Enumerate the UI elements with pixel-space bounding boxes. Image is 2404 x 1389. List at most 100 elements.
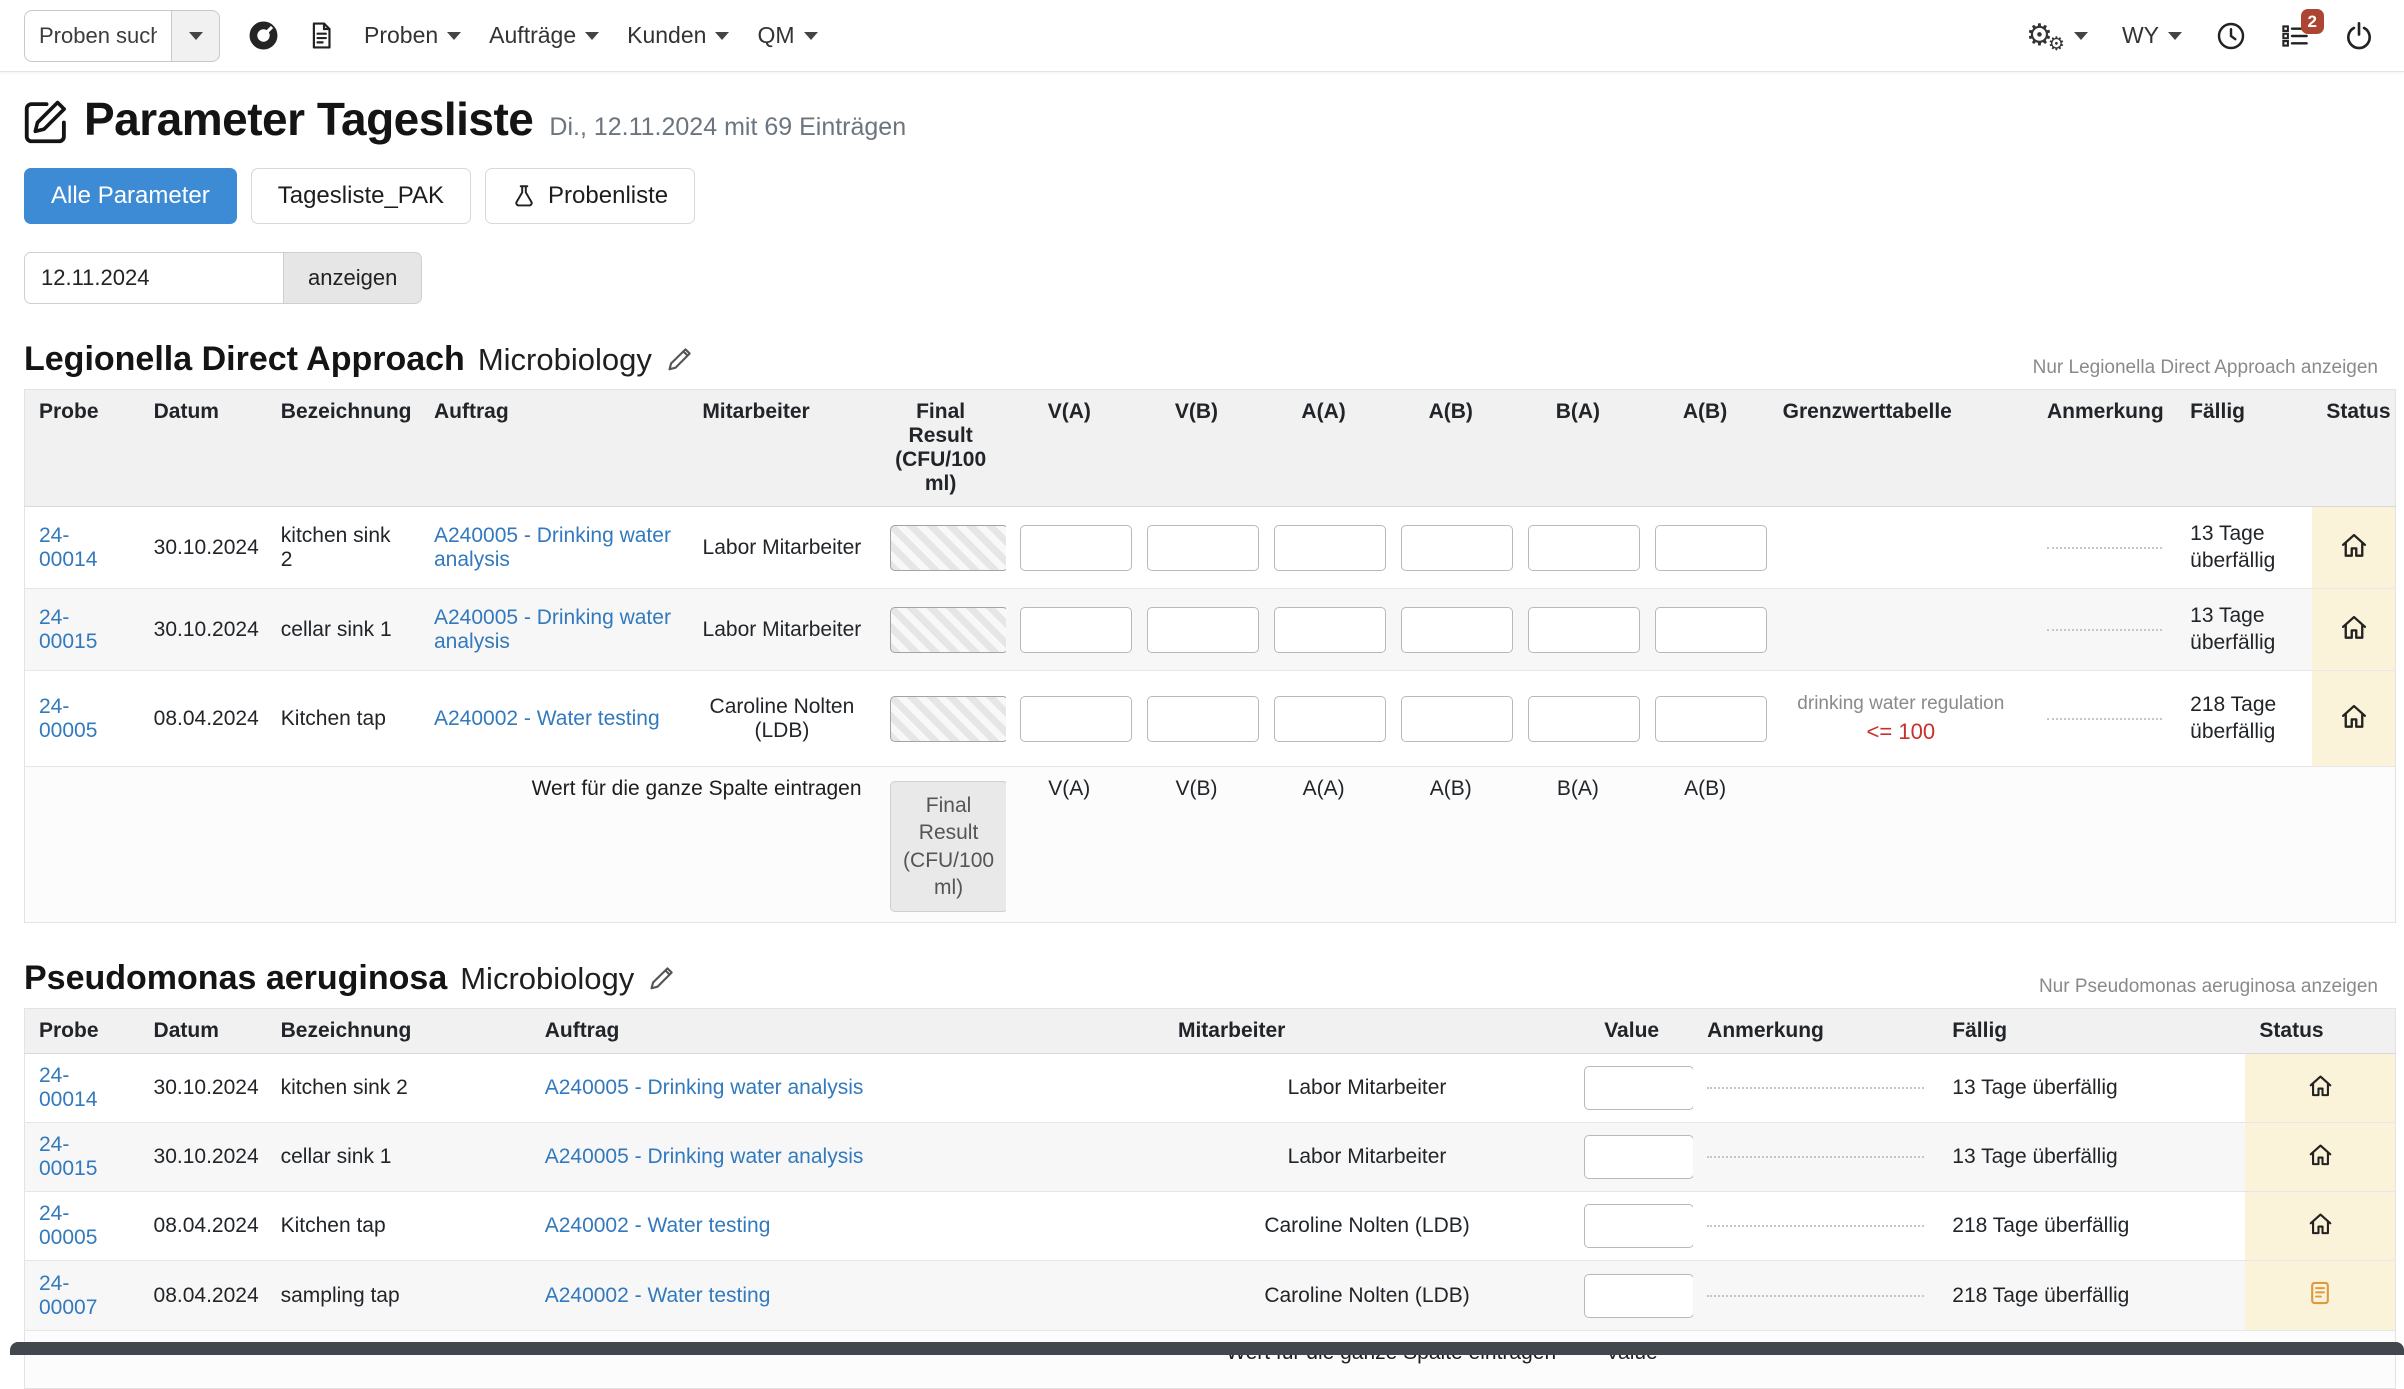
ba-input[interactable] xyxy=(1528,696,1640,742)
table-row: 24-00007 08.04.2024 sampling tap A240002… xyxy=(25,1261,2396,1331)
chevron-down-icon xyxy=(2074,32,2088,40)
va-input[interactable] xyxy=(1020,525,1132,571)
fill-vb-button[interactable]: V(B) xyxy=(1133,767,1260,923)
anmerkung-field[interactable] xyxy=(2047,718,2162,720)
auftrag-link[interactable]: A240005 - Drinking water analysis xyxy=(434,524,671,571)
tab-alle-parameter[interactable]: Alle Parameter xyxy=(24,168,237,224)
top-navbar: Proben Aufträge Kunden QM ⚙⚙ WY 2 xyxy=(0,0,2404,72)
section-legionella-header: Legionella Direct Approach Microbiology … xyxy=(24,340,2378,379)
dashboard-donut-icon[interactable] xyxy=(248,20,279,51)
anmerkung-field[interactable] xyxy=(2047,629,2162,631)
vb-input[interactable] xyxy=(1147,696,1259,742)
probe-link[interactable]: 24-00014 xyxy=(39,1064,97,1111)
fill-aa-button[interactable]: A(A) xyxy=(1260,767,1387,923)
fill-ab2-button[interactable]: A(B) xyxy=(1641,767,1768,923)
logout-power-icon[interactable] xyxy=(2344,21,2374,51)
ab2-input[interactable] xyxy=(1655,525,1767,571)
auftrag-link[interactable]: A240002 - Water testing xyxy=(545,1284,771,1307)
nav-menu-proben[interactable]: Proben xyxy=(364,22,461,49)
ba-input[interactable] xyxy=(1528,607,1640,653)
va-input[interactable] xyxy=(1020,607,1132,653)
probe-link[interactable]: 24-00015 xyxy=(39,606,97,653)
fill-column-label: Wert für die ganze Spalte eintragen xyxy=(25,1331,1571,1389)
col-value: Value xyxy=(1570,1009,1693,1054)
anmerkung-field[interactable] xyxy=(1707,1295,1924,1297)
nav-menu-label: Kunden xyxy=(627,22,706,49)
anzeigen-button[interactable]: anzeigen xyxy=(284,252,422,304)
col-probe: Probe xyxy=(25,1009,140,1054)
user-initials: WY xyxy=(2122,22,2159,49)
mitarbeiter-cell: Labor Mitarbeiter xyxy=(1164,1123,1570,1192)
search-input[interactable] xyxy=(24,10,172,62)
section-category: Microbiology xyxy=(478,342,652,378)
house-icon xyxy=(2307,1072,2334,1099)
footer-spacer xyxy=(1693,1331,2395,1389)
value-input[interactable] xyxy=(1584,1204,1693,1248)
ab-input[interactable] xyxy=(1401,607,1513,653)
filter-only-legionella-link[interactable]: Nur Legionella Direct Approach anzeigen xyxy=(2033,357,2378,379)
tasklist-icon[interactable]: 2 xyxy=(2280,21,2310,51)
page-subtitle: Di., 12.11.2024 mit 69 Einträgen xyxy=(549,113,906,142)
document-icon[interactable] xyxy=(307,21,336,50)
auftrag-link[interactable]: A240002 - Water testing xyxy=(545,1214,771,1237)
nav-menu-auftraege[interactable]: Aufträge xyxy=(489,22,599,49)
settings-menu[interactable]: ⚙⚙ xyxy=(2026,21,2088,51)
tab-probenliste[interactable]: Probenliste xyxy=(485,168,695,224)
house-icon xyxy=(2307,1210,2334,1237)
value-input[interactable] xyxy=(1584,1274,1693,1318)
user-menu[interactable]: WY xyxy=(2122,22,2182,49)
fill-ab-button[interactable]: A(B) xyxy=(1387,767,1514,923)
legionella-table: Probe Datum Bezeichnung Auftrag Mitarbei… xyxy=(24,389,2396,923)
search-dropdown-button[interactable] xyxy=(172,10,220,62)
vb-input[interactable] xyxy=(1147,525,1259,571)
probe-link[interactable]: 24-00015 xyxy=(39,1133,97,1180)
nav-menu-qm[interactable]: QM xyxy=(757,22,817,49)
anmerkung-field[interactable] xyxy=(2047,547,2162,549)
auftrag-link[interactable]: A240005 - Drinking water analysis xyxy=(545,1145,864,1168)
ab2-input[interactable] xyxy=(1655,696,1767,742)
probe-link[interactable]: 24-00007 xyxy=(39,1272,97,1319)
aa-input[interactable] xyxy=(1274,607,1386,653)
ab-input[interactable] xyxy=(1401,525,1513,571)
datum-cell: 30.10.2024 xyxy=(140,1054,267,1123)
ab2-input[interactable] xyxy=(1655,607,1767,653)
faellig-cell: 13 Tage überfällig xyxy=(2176,589,2312,671)
edit-pencil-icon[interactable] xyxy=(665,346,693,374)
vb-input[interactable] xyxy=(1147,607,1259,653)
fill-final-result-button: Final Result (CFU/100 ml) xyxy=(890,781,1006,912)
fill-ba-button[interactable]: B(A) xyxy=(1514,767,1641,923)
mitarbeiter-cell: Labor Mitarbeiter xyxy=(688,507,875,589)
anmerkung-field[interactable] xyxy=(1707,1087,1924,1089)
auftrag-link[interactable]: A240002 - Water testing xyxy=(434,707,660,730)
table-row: 24-00015 30.10.2024 cellar sink 1 A24000… xyxy=(25,589,2396,671)
ab-input[interactable] xyxy=(1401,696,1513,742)
edit-pencil-icon[interactable] xyxy=(647,965,675,993)
faellig-cell: 218 Tage überfällig xyxy=(1938,1192,2245,1261)
value-input[interactable] xyxy=(1584,1066,1693,1110)
date-input[interactable] xyxy=(24,252,284,304)
ba-input[interactable] xyxy=(1528,525,1640,571)
nav-menu-kunden[interactable]: Kunden xyxy=(627,22,729,49)
auftrag-link[interactable]: A240005 - Drinking water analysis xyxy=(434,606,671,653)
filter-only-pseudomonas-link[interactable]: Nur Pseudomonas aeruginosa anzeigen xyxy=(2039,976,2378,998)
house-icon xyxy=(2339,530,2369,560)
anmerkung-field[interactable] xyxy=(1707,1225,1924,1227)
auftrag-link[interactable]: A240005 - Drinking water analysis xyxy=(545,1076,864,1099)
fill-value-button[interactable]: Value xyxy=(1570,1331,1693,1389)
parameter-tabs: Alle Parameter Tagesliste_PAK Probenlist… xyxy=(24,168,2378,224)
tab-tagesliste-pak[interactable]: Tagesliste_PAK xyxy=(251,168,471,224)
probe-link[interactable]: 24-00014 xyxy=(39,524,97,571)
table-header-row: Probe Datum Bezeichnung Auftrag Mitarbei… xyxy=(25,390,2396,507)
va-input[interactable] xyxy=(1020,696,1132,742)
anmerkung-field[interactable] xyxy=(1707,1156,1924,1158)
probe-link[interactable]: 24-00005 xyxy=(39,695,97,742)
aa-input[interactable] xyxy=(1274,525,1386,571)
col-va: V(A) xyxy=(1006,390,1133,507)
aa-input[interactable] xyxy=(1274,696,1386,742)
status-cell xyxy=(2312,671,2395,767)
fill-va-button[interactable]: V(A) xyxy=(1006,767,1133,923)
status-cell xyxy=(2245,1054,2395,1123)
probe-link[interactable]: 24-00005 xyxy=(39,1202,97,1249)
clock-icon[interactable] xyxy=(2216,21,2246,51)
value-input[interactable] xyxy=(1584,1135,1693,1179)
